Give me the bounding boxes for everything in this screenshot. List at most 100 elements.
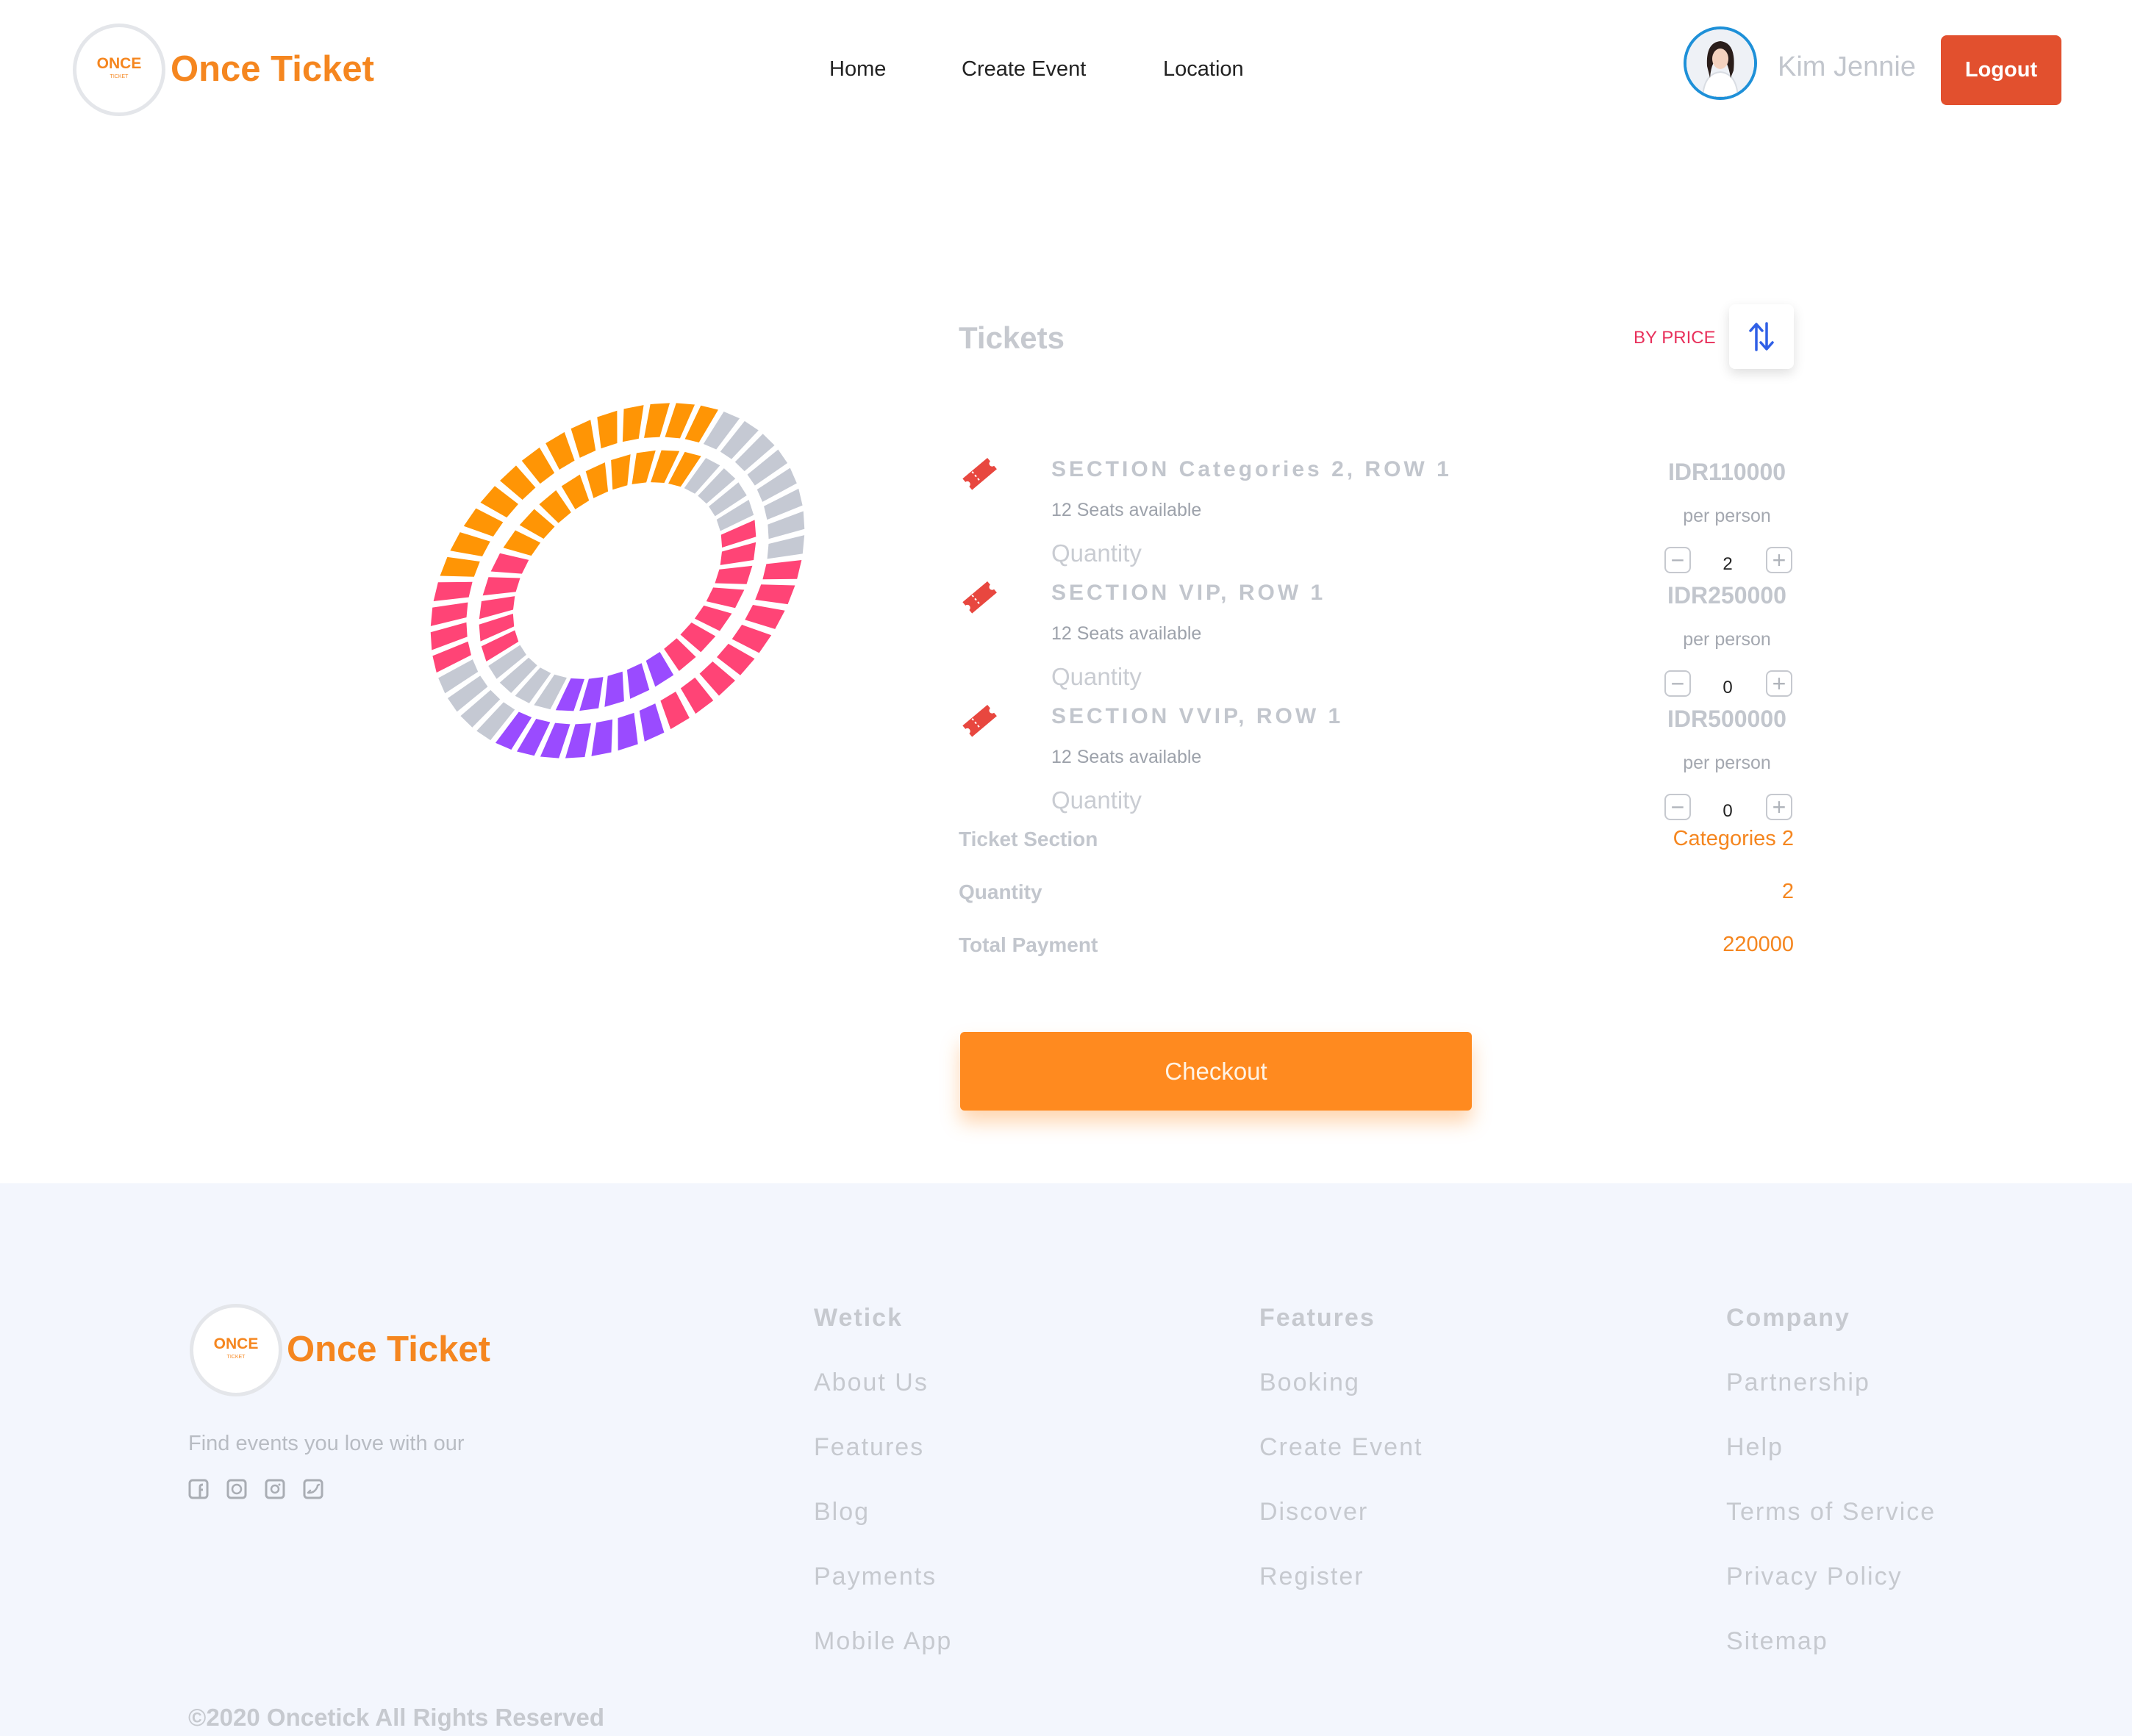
per-person-label: per person (1683, 753, 1771, 773)
instagram-icon[interactable] (265, 1479, 285, 1499)
seat-block[interactable] (545, 431, 575, 470)
seat-block[interactable] (755, 584, 795, 605)
seat-block[interactable] (591, 719, 613, 756)
seat-block[interactable] (490, 553, 529, 574)
footer-link-register[interactable]: Register (1259, 1563, 1364, 1591)
quantity-label: Quantity (1051, 663, 1142, 690)
seat-block[interactable] (430, 602, 468, 626)
user-name[interactable]: Kim Jennie (1778, 51, 1916, 83)
seat-block[interactable] (618, 712, 638, 751)
quantity-value: 2 (1723, 554, 1733, 574)
per-person-label: per person (1683, 629, 1771, 650)
footer-link-blog[interactable]: Blog (814, 1498, 870, 1527)
quantity-label: Quantity (1051, 539, 1142, 567)
twitter-icon[interactable] (303, 1479, 323, 1499)
seat-block[interactable] (440, 556, 480, 577)
ticket-icon (962, 704, 997, 737)
total-payment-value: 220000 (1723, 933, 1794, 956)
seat-block[interactable] (565, 723, 591, 758)
seat-block[interactable] (706, 587, 745, 609)
logo-mark: ONCE (96, 55, 142, 72)
seat-block[interactable] (626, 663, 650, 699)
seat-block[interactable] (644, 403, 670, 438)
logo-sub: TICKET (226, 1355, 246, 1360)
increase-button[interactable]: + (1766, 547, 1792, 573)
decrease-button[interactable]: − (1664, 670, 1691, 697)
logout-button[interactable]: Logout (1941, 35, 2061, 105)
seat-block[interactable] (767, 535, 805, 559)
footer-link-mobile-app[interactable]: Mobile App (814, 1627, 952, 1656)
summary-quantity-value: 2 (1781, 880, 1794, 903)
seat-block[interactable] (639, 703, 665, 742)
nav-location[interactable]: Location (1163, 57, 1244, 82)
footer-link-terms[interactable]: Terms of Service (1726, 1498, 1936, 1527)
nav-create-event[interactable]: Create Event (962, 57, 1086, 82)
seat-block[interactable] (597, 410, 618, 449)
footer-link-features[interactable]: Features (814, 1433, 924, 1462)
checkout-button[interactable]: Checkout (960, 1032, 1472, 1111)
seat-block[interactable] (561, 474, 590, 510)
footer-col-title-company: Company (1726, 1304, 1850, 1332)
quantity-value: 0 (1723, 678, 1733, 697)
ticket-icon (962, 581, 997, 614)
per-person-label: per person (1683, 506, 1771, 526)
seat-block[interactable] (762, 560, 802, 580)
seat-block[interactable] (433, 581, 473, 601)
seats-available: 12 Seats available (1051, 623, 1202, 644)
footer-link-privacy[interactable]: Privacy Policy (1726, 1563, 1903, 1591)
logo-sub: TICKET (110, 74, 129, 79)
footer-link-booking[interactable]: Booking (1259, 1369, 1360, 1397)
summary-quantity-label: Quantity (959, 880, 1042, 903)
brand-name[interactable]: Once Ticket (171, 49, 374, 90)
ticket-price: IDR500000 (1667, 706, 1786, 732)
avatar[interactable] (1684, 26, 1757, 100)
footer-col-title-features: Features (1259, 1304, 1376, 1332)
ticket-icon (962, 457, 997, 490)
footer-link-about-us[interactable]: About Us (814, 1369, 929, 1397)
seat-block[interactable] (463, 508, 504, 537)
footer-col-title-wetick: Wetick (814, 1304, 903, 1332)
seat-block[interactable] (482, 577, 521, 596)
stadium-seat-map[interactable] (397, 360, 838, 801)
increase-button[interactable]: + (1766, 670, 1792, 697)
increase-button[interactable]: + (1766, 794, 1792, 820)
seat-block[interactable] (660, 692, 690, 730)
seat-block[interactable] (450, 532, 490, 557)
seat-block[interactable] (715, 565, 753, 584)
footer-brand-name[interactable]: Once Ticket (287, 1329, 490, 1370)
seat-block[interactable] (645, 651, 674, 687)
decrease-button[interactable]: − (1664, 547, 1691, 573)
total-payment-label: Total Payment (959, 933, 1098, 956)
seat-block[interactable] (585, 462, 609, 498)
section-name: SECTION Categories 2, ROW 1 (1051, 457, 1452, 481)
quantity-value: 0 (1723, 801, 1733, 821)
footer-link-sitemap[interactable]: Sitemap (1726, 1627, 1828, 1656)
footer-tagline: Find events you love with our (188, 1432, 465, 1455)
seat-block[interactable] (503, 530, 541, 556)
sort-button[interactable] (1729, 304, 1794, 369)
seat-block[interactable] (611, 454, 631, 490)
decrease-button[interactable]: − (1664, 794, 1691, 820)
nav-home[interactable]: Home (829, 57, 886, 82)
seat-block[interactable] (694, 605, 732, 631)
footer-link-create-event[interactable]: Create Event (1259, 1433, 1423, 1462)
seat-block[interactable] (570, 420, 596, 458)
seat-block[interactable] (745, 604, 785, 629)
seat-block[interactable] (604, 671, 624, 707)
logo[interactable]: ONCE TICKET (73, 24, 165, 116)
footer-link-discover[interactable]: Discover (1259, 1498, 1368, 1527)
whatsapp-icon[interactable] (226, 1479, 247, 1499)
section-name: SECTION VIP, ROW 1 (1051, 581, 1326, 605)
footer-link-partnership[interactable]: Partnership (1726, 1369, 1870, 1397)
sort-by-price-label[interactable]: BY PRICE (1634, 328, 1716, 348)
avatar-image (1686, 29, 1754, 97)
footer-link-payments[interactable]: Payments (814, 1563, 937, 1591)
seat-block[interactable] (731, 625, 772, 653)
sort-arrows-icon (1749, 322, 1774, 351)
footer-logo[interactable]: ONCE TICKET (190, 1304, 282, 1396)
quantity-label: Quantity (1051, 786, 1142, 814)
footer-link-help[interactable]: Help (1726, 1433, 1784, 1462)
tickets-title: Tickets (959, 320, 1065, 355)
facebook-icon[interactable] (188, 1479, 209, 1499)
seat-block[interactable] (622, 405, 644, 442)
